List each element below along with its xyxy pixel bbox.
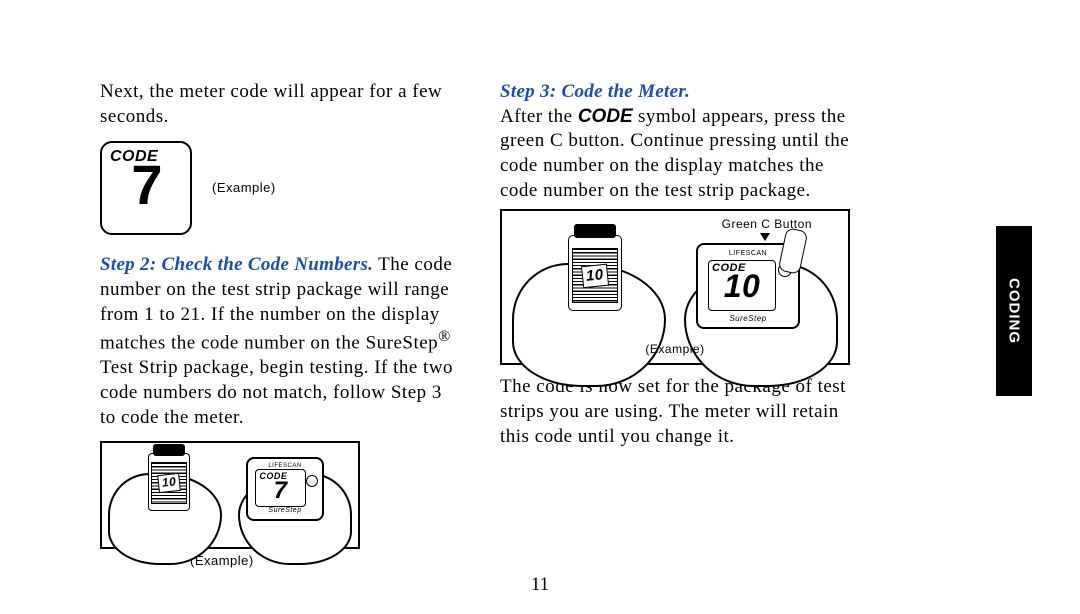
bottle-label-icon: 10: [572, 248, 618, 303]
figure-3-code-the-meter: Green C Button 10 LIFESCAN: [500, 209, 850, 365]
step-3-heading: Step 3: Code the Meter.: [500, 81, 690, 102]
meter-c-button-icon: [306, 475, 318, 487]
meter-screen-code-value: 10: [712, 274, 772, 300]
meter-footer-label: SureStep: [698, 314, 798, 324]
figure-2-compare-codes: 10 LIFESCAN CODE 7 SureStep: [100, 441, 360, 549]
left-column: Next, the meter code will appear for a f…: [100, 80, 460, 569]
step-2-heading: Step 2: Check the Code Numbers.: [100, 254, 373, 275]
figure-1-wrap: CODE 7 (Example): [100, 141, 460, 235]
meter-footer-label: SureStep: [248, 506, 322, 515]
meter-screen-code-value: 7: [259, 481, 301, 500]
section-tab-coding: CODING: [996, 226, 1032, 396]
step-2-paragraph: Step 2: Check the Code Numbers. The code…: [100, 253, 460, 430]
page-number: 11: [0, 574, 1080, 596]
code-display-illustration: CODE 7: [100, 141, 192, 235]
test-strip-bottle-icon: 10: [568, 235, 622, 311]
figure-3-caption: (Example): [502, 342, 848, 358]
hands-scene-large: 10 LIFESCAN CODE 10 SureStep: [502, 211, 848, 363]
intro-paragraph: Next, the meter code will appear for a f…: [100, 80, 460, 129]
registered-mark: ®: [438, 328, 451, 345]
step-2-body-b: Test Strip package, begin testing. If th…: [100, 357, 453, 427]
step-3-paragraph: Step 3: Code the Meter. After the CODE s…: [500, 80, 860, 203]
two-column-layout: Next, the meter code will appear for a f…: [100, 80, 1020, 569]
meter-screen-icon: CODE 7: [255, 469, 305, 506]
manual-page: Next, the meter code will appear for a f…: [0, 0, 1080, 614]
bottle-label-icon: 10: [151, 462, 186, 503]
right-column: Step 3: Code the Meter. After the CODE s…: [500, 80, 860, 569]
hands-scene-small: 10 LIFESCAN CODE 7 SureStep: [102, 443, 358, 547]
closing-paragraph: The code is now set for the package of t…: [500, 375, 860, 449]
bottle-cap-icon: [153, 444, 185, 456]
figure-1-caption: (Example): [212, 180, 276, 197]
step-3-body-pre: After the: [500, 106, 578, 127]
code-value: 7: [110, 163, 182, 208]
bottle-code-number: 10: [157, 473, 181, 493]
code-symbol-word: CODE: [578, 106, 633, 127]
bottle-code-number: 10: [581, 264, 609, 288]
meter-device-icon: LIFESCAN CODE 7 SureStep: [246, 457, 324, 521]
meter-screen-icon: CODE 10: [708, 260, 776, 311]
bottle-cap-icon: [574, 224, 616, 238]
test-strip-bottle-icon: 10: [148, 453, 190, 511]
